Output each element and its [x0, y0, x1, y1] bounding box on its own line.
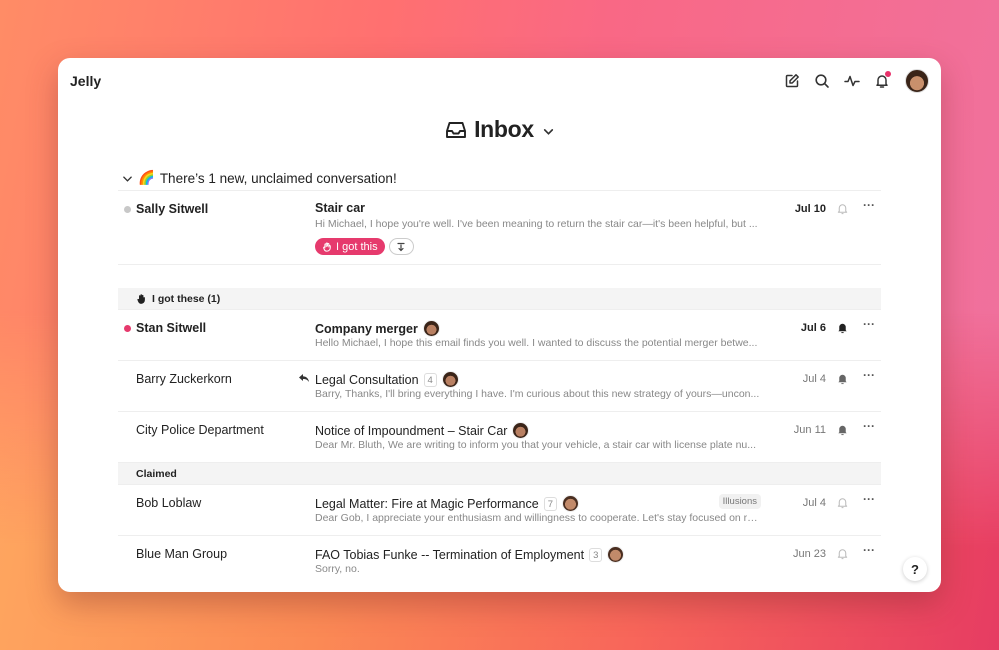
sender-name: Stan Sitwell: [136, 321, 207, 335]
claim-actions: I got this: [315, 238, 414, 255]
more-options-button[interactable]: ···: [862, 420, 876, 435]
activity-button[interactable]: [837, 69, 867, 93]
subject: Stair car: [315, 201, 366, 215]
assignee-avatar: [607, 546, 625, 563]
subject: Notice of Impoundment – Stair Car: [315, 423, 508, 438]
notification-dot: [885, 71, 891, 77]
date: Jun 11: [793, 424, 826, 436]
conversation-row[interactable]: Blue Man Group FAO Tobias Funke -- Termi…: [118, 536, 881, 587]
claim-button[interactable]: I got this: [315, 238, 385, 255]
date: Jun 23: [792, 548, 826, 560]
claim-button-label: I got this: [336, 240, 378, 253]
hand-icon: [137, 294, 145, 304]
more-options-button[interactable]: ···: [862, 544, 876, 559]
more-options-button[interactable]: ···: [862, 493, 876, 508]
sender-name: Barry Zuckerkorn: [136, 372, 232, 386]
conversation-row[interactable]: Barry Zuckerkorn Legal Consultation 4 Ba…: [118, 361, 881, 412]
help-button[interactable]: ?: [903, 557, 927, 581]
date: Jul 10: [794, 203, 826, 215]
bell-filled-icon[interactable]: [836, 372, 849, 385]
inbox-tray-icon: [446, 121, 467, 138]
page-title: Inbox: [474, 116, 534, 142]
assignee-avatar: [422, 320, 440, 337]
message-preview: Dear Gob, I appreciate your enthusiasm a…: [315, 512, 760, 524]
activity-icon: [844, 75, 860, 87]
subject: Legal Consultation: [315, 372, 419, 387]
sender-name: Bob Loblaw: [136, 496, 202, 510]
message-count-badge: 7: [543, 496, 557, 511]
bell-outline-icon[interactable]: [836, 202, 849, 215]
status-dot: [124, 206, 131, 213]
notifications-button[interactable]: [867, 69, 897, 93]
sender-name: Sally Sitwell: [136, 202, 209, 216]
search-icon: [815, 74, 829, 88]
app-window: Jelly Inbox 🌈 There’s 1 new, unclaimed c…: [58, 58, 941, 592]
conversation-row[interactable]: Stan Sitwell Company merger Hello Michae…: [118, 310, 881, 361]
section-title: Claimed: [136, 467, 177, 480]
unclaimed-banner-text: There’s 1 new, unclaimed conversation!: [159, 170, 397, 186]
sender-name: Blue Man Group: [136, 547, 228, 561]
app-name: Jelly: [70, 73, 102, 89]
bell-filled-icon[interactable]: [836, 321, 849, 334]
more-options-button[interactable]: ···: [862, 369, 876, 384]
message-count-badge: 4: [423, 372, 437, 387]
subject: Legal Matter: Fire at Magic Performance: [315, 496, 539, 511]
rainbow-icon: 🌈: [138, 170, 155, 185]
top-toolbar: [777, 69, 929, 93]
conversation-row[interactable]: Bob Loblaw Legal Matter: Fire at Magic P…: [118, 485, 881, 536]
chevron-down-icon: [543, 129, 554, 135]
message-preview: Hello Michael, I hope this email finds y…: [315, 337, 758, 349]
subject-line: Company merger: [315, 320, 440, 337]
subject: FAO Tobias Funke -- Termination of Emplo…: [315, 547, 585, 562]
move-down-button[interactable]: [388, 238, 414, 255]
subject-line: FAO Tobias Funke -- Termination of Emplo…: [315, 546, 625, 563]
bell-filled-icon[interactable]: [836, 423, 849, 436]
arrow-down-to-line-icon: [397, 242, 405, 251]
subject-line: Legal Matter: Fire at Magic Performance …: [315, 495, 579, 512]
date: Jul 6: [800, 322, 826, 334]
section-header-claimed: Claimed: [118, 463, 881, 485]
message-preview: Sorry, no.: [315, 563, 360, 575]
assignee-avatar: [441, 371, 459, 388]
assignee-avatar: [562, 495, 579, 512]
bell-outline-icon[interactable]: [836, 547, 849, 560]
bell-outline-icon[interactable]: [836, 496, 849, 509]
hand-icon: [323, 242, 331, 252]
assignee-avatar: [512, 422, 530, 439]
compose-button[interactable]: [777, 69, 807, 93]
section-header-mine: I got these (1): [118, 288, 881, 310]
inbox-switcher[interactable]: Inbox: [58, 116, 941, 143]
message-preview: Barry, Thanks, I'll bring everything I h…: [315, 388, 760, 400]
section-title: I got these (1): [152, 292, 221, 305]
conversation-row[interactable]: City Police Department Notice of Impound…: [118, 412, 881, 463]
conversation-row[interactable]: Sally Sitwell Stair car Hi Michael, I ho…: [118, 191, 881, 265]
more-options-button[interactable]: ···: [862, 318, 876, 333]
compose-icon: [785, 74, 799, 88]
date: Jul 4: [802, 373, 826, 385]
message-count-badge: 3: [589, 547, 603, 562]
unread-dot: [124, 325, 131, 332]
label-tag[interactable]: Illusions: [718, 494, 761, 509]
search-button[interactable]: [807, 69, 837, 93]
unclaimed-banner[interactable]: 🌈 There’s 1 new, unclaimed conversation!: [118, 166, 881, 191]
subject-line: Legal Consultation 4: [315, 371, 459, 388]
sender-name: City Police Department: [136, 423, 264, 437]
subject-line: Notice of Impoundment – Stair Car: [315, 422, 530, 439]
subject: Company merger: [315, 321, 418, 336]
user-avatar[interactable]: [905, 69, 929, 93]
date: Jul 4: [802, 497, 826, 509]
conversation-list: 🌈 There’s 1 new, unclaimed conversation!…: [118, 166, 881, 587]
reply-icon: [299, 374, 309, 382]
more-options-button[interactable]: ···: [862, 199, 876, 214]
message-preview: Hi Michael, I hope you're well. I've bee…: [315, 218, 758, 230]
message-preview: Dear Mr. Bluth, We are writing to inform…: [315, 439, 756, 451]
subject-line: Stair car: [315, 201, 365, 215]
chevron-down-icon: [123, 175, 132, 182]
